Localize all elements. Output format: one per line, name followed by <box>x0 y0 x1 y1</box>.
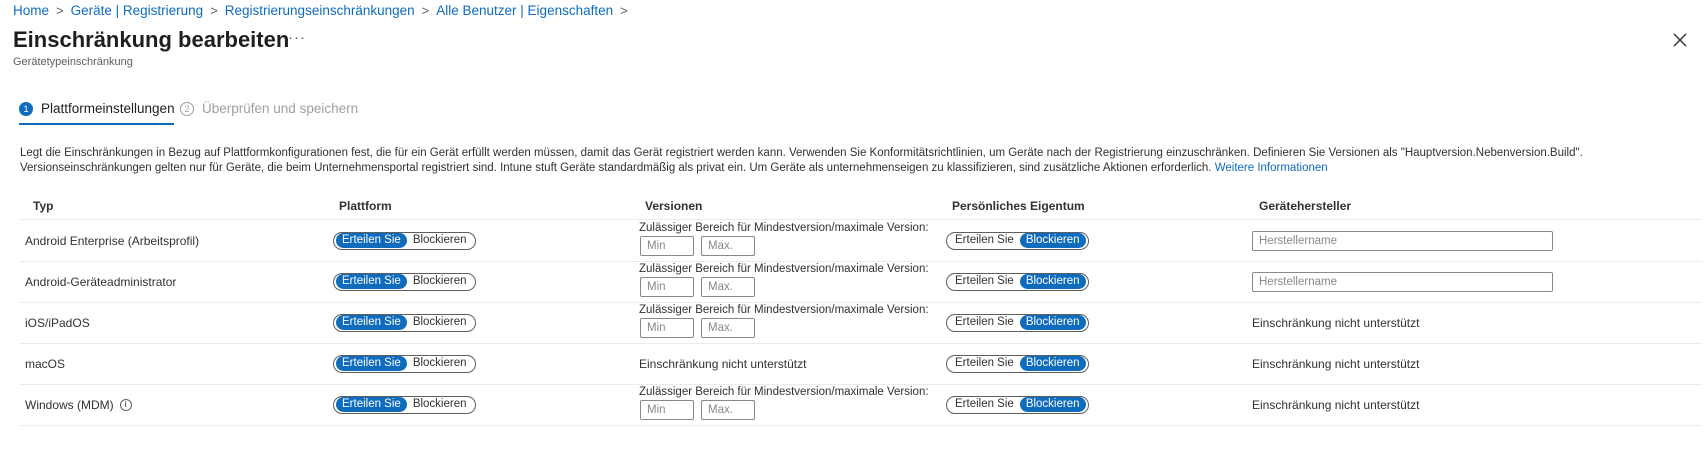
breadcrumb-devices-enrollment[interactable]: Geräte | Registrierung <box>71 3 204 18</box>
chevron-right-icon: > <box>210 3 218 18</box>
platform-allow-option[interactable]: Erteilen Sie <box>336 315 407 330</box>
manufacturer-not-supported: Einschränkung nicht unterstützt <box>1252 315 1420 330</box>
close-icon[interactable] <box>1671 31 1689 49</box>
step-label: Plattformeinstellungen <box>41 101 175 116</box>
ownership-toggle[interactable]: Erteilen Sie Blockieren <box>946 313 1089 332</box>
active-step-indicator <box>19 123 174 125</box>
column-header-ownership: Persönliches Eigentum <box>952 199 1085 213</box>
platform-toggle[interactable]: Erteilen Sie Blockieren <box>333 395 476 414</box>
min-version-input[interactable] <box>640 318 694 338</box>
max-version-input[interactable] <box>701 318 755 338</box>
ownership-allow-option[interactable]: Erteilen Sie <box>949 356 1020 371</box>
platform-allow-option[interactable]: Erteilen Sie <box>336 397 407 412</box>
column-header-manufacturer: Gerätehersteller <box>1259 199 1352 213</box>
manufacturer-input[interactable] <box>1252 230 1553 251</box>
platform-block-option[interactable]: Blockieren <box>407 274 473 289</box>
platform-toggle[interactable]: Erteilen Sie Blockieren <box>333 231 476 250</box>
table-row: iOS/iPadOS Erteilen Sie Blockieren Zuläs… <box>20 302 1702 344</box>
ownership-allow-option[interactable]: Erteilen Sie <box>949 274 1020 289</box>
chevron-right-icon: > <box>620 3 628 18</box>
description-text: Legt die Einschränkungen in Bezug auf Pl… <box>20 147 1583 174</box>
version-range: Zulässiger Bereich für Mindestversion/ma… <box>639 304 929 338</box>
step-review-save[interactable]: 2 Überprüfen und speichern <box>180 101 358 116</box>
version-range-label: Zulässiger Bereich für Mindestversion/ma… <box>639 386 929 398</box>
learn-more-link[interactable]: Weitere Informationen <box>1215 162 1328 174</box>
column-header-type: Typ <box>33 199 54 213</box>
table-row: macOS Erteilen Sie Blockieren Einschränk… <box>20 343 1702 385</box>
max-version-input[interactable] <box>701 236 755 256</box>
ownership-allow-option[interactable]: Erteilen Sie <box>949 315 1020 330</box>
version-range-label: Zulässiger Bereich für Mindestversion/ma… <box>639 304 929 316</box>
row-type-cell: Windows (MDM) i <box>25 398 132 412</box>
manufacturer-input[interactable] <box>1252 271 1553 292</box>
ownership-toggle[interactable]: Erteilen Sie Blockieren <box>946 354 1089 373</box>
row-type-label: macOS <box>25 356 66 371</box>
platform-toggle[interactable]: Erteilen Sie Blockieren <box>333 354 476 373</box>
ownership-toggle[interactable]: Erteilen Sie Blockieren <box>946 395 1089 414</box>
platform-allow-option[interactable]: Erteilen Sie <box>336 274 407 289</box>
row-type-label: Android Enterprise (Arbeitsprofil) <box>25 233 200 248</box>
version-range: Zulässiger Bereich für Mindestversion/ma… <box>639 386 929 420</box>
max-version-input[interactable] <box>701 277 755 297</box>
platform-block-option[interactable]: Blockieren <box>407 397 473 412</box>
table-row: Windows (MDM) i Erteilen Sie Blockieren Z… <box>20 384 1702 426</box>
ownership-toggle[interactable]: Erteilen Sie Blockieren <box>946 272 1089 291</box>
platform-allow-option[interactable]: Erteilen Sie <box>336 356 407 371</box>
row-type-label: Windows (MDM) <box>25 397 114 412</box>
row-type-label: iOS/iPadOS <box>25 315 90 330</box>
ownership-block-option[interactable]: Blockieren <box>1019 397 1086 412</box>
platform-block-option[interactable]: Blockieren <box>407 233 473 248</box>
chevron-right-icon: > <box>56 3 64 18</box>
min-version-input[interactable] <box>640 236 694 256</box>
ownership-allow-option[interactable]: Erteilen Sie <box>949 397 1020 412</box>
breadcrumb: Home > Geräte | Registrierung > Registri… <box>13 3 635 18</box>
row-type-label: Android-Geräteadministrator <box>25 274 177 289</box>
column-header-platform: Plattform <box>339 199 392 213</box>
description: Legt die Einschränkungen in Bezug auf Pl… <box>20 146 1670 176</box>
table-row: Android Enterprise (Arbeitsprofil) Ertei… <box>20 220 1702 262</box>
version-range: Zulässiger Bereich für Mindestversion/ma… <box>639 222 929 256</box>
ownership-toggle[interactable]: Erteilen Sie Blockieren <box>946 231 1089 250</box>
platform-allow-option[interactable]: Erteilen Sie <box>336 233 407 248</box>
platform-block-option[interactable]: Blockieren <box>407 356 473 371</box>
breadcrumb-home[interactable]: Home <box>13 3 49 18</box>
page-subtitle: Gerätetypeinschränkung <box>13 56 133 68</box>
breadcrumb-all-users-properties[interactable]: Alle Benutzer | Eigenschaften <box>436 3 613 18</box>
step-number-icon: 1 <box>19 101 33 116</box>
versions-not-supported: Einschränkung nicht unterstützt <box>639 356 807 371</box>
page-title: Einschränkung bearbeiten <box>13 27 290 52</box>
min-version-input[interactable] <box>640 277 694 297</box>
step-label: Überprüfen und speichern <box>202 101 359 116</box>
ownership-block-option[interactable]: Blockieren <box>1019 233 1086 248</box>
platform-toggle[interactable]: Erteilen Sie Blockieren <box>333 272 476 291</box>
min-version-input[interactable] <box>640 400 694 420</box>
ownership-block-option[interactable]: Blockieren <box>1019 274 1086 289</box>
platform-block-option[interactable]: Blockieren <box>407 315 473 330</box>
ownership-block-option[interactable]: Blockieren <box>1019 315 1086 330</box>
step-platform-settings[interactable]: 1 Plattformeinstellungen <box>19 101 175 116</box>
table-row: Android-Geräteadministrator Erteilen Sie… <box>20 261 1702 303</box>
breadcrumb-enrollment-restrictions[interactable]: Registrierungseinschränkungen <box>225 3 415 18</box>
step-number-icon: 2 <box>180 101 194 116</box>
max-version-input[interactable] <box>701 400 755 420</box>
chevron-right-icon: > <box>421 3 430 18</box>
platform-toggle[interactable]: Erteilen Sie Blockieren <box>333 313 476 332</box>
version-range-label: Zulässiger Bereich für Mindestversion/ma… <box>639 222 929 234</box>
version-range: Zulässiger Bereich für Mindestversion/ma… <box>639 263 929 297</box>
version-range-label: Zulässiger Bereich für Mindestversion/ma… <box>639 263 929 275</box>
column-header-versions: Versionen <box>645 199 703 213</box>
info-icon[interactable]: i <box>119 399 132 412</box>
ownership-block-option[interactable]: Blockieren <box>1019 356 1086 371</box>
ownership-allow-option[interactable]: Erteilen Sie <box>949 233 1020 248</box>
more-options-button[interactable]: ··· <box>288 29 306 46</box>
manufacturer-not-supported: Einschränkung nicht unterstützt <box>1252 397 1420 412</box>
manufacturer-not-supported: Einschränkung nicht unterstützt <box>1252 356 1420 371</box>
